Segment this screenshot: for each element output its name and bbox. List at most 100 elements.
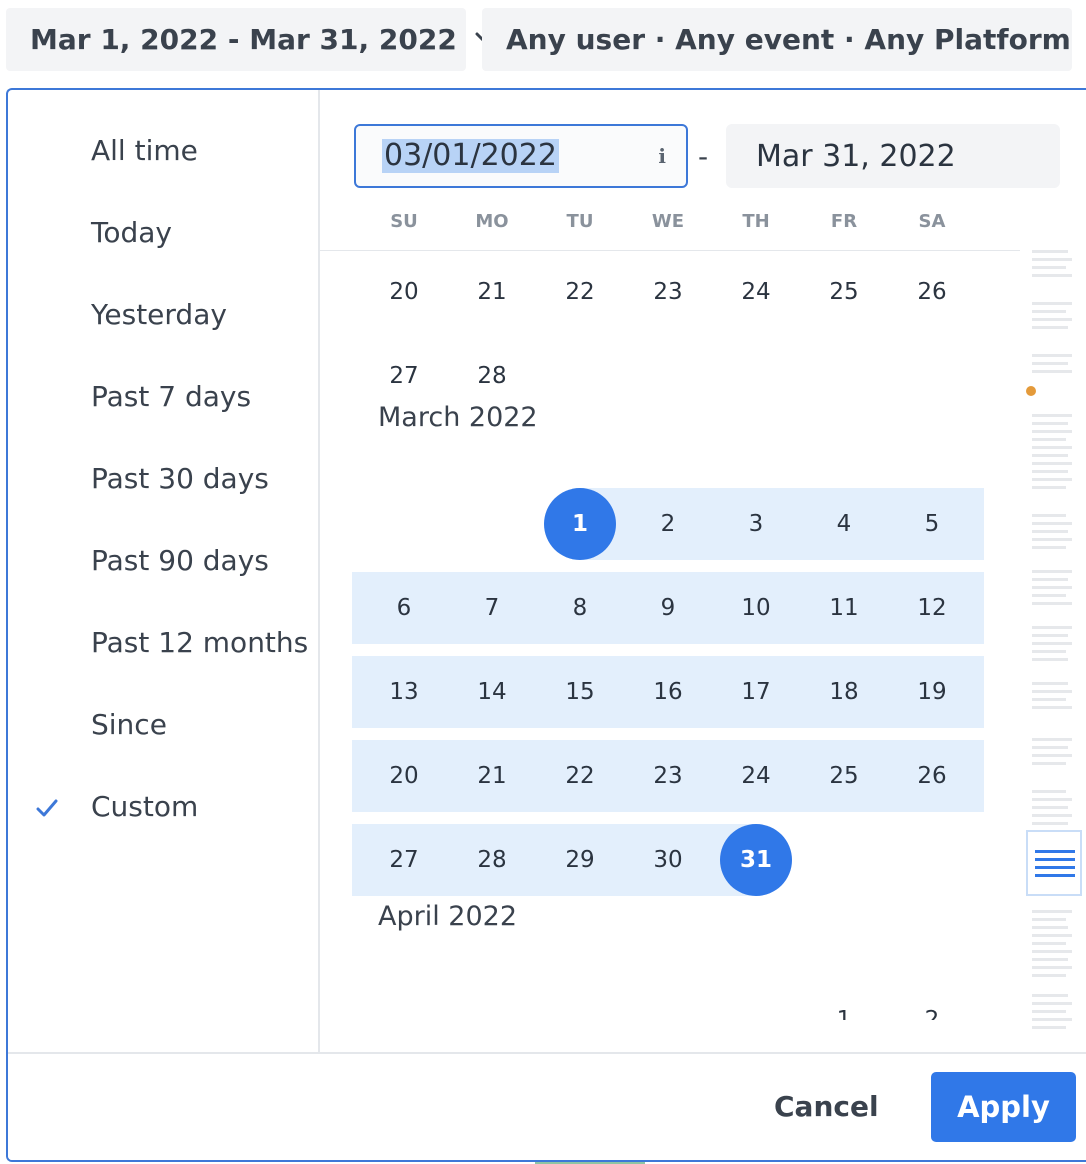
weekday-fr: FR [800, 208, 888, 250]
march-day-18[interactable]: 18 [800, 656, 888, 728]
march-day-14[interactable]: 14 [448, 656, 536, 728]
march-day-17[interactable]: 17 [712, 656, 800, 728]
march-day-28[interactable]: 28 [448, 824, 536, 896]
april-day-2[interactable]: 2 [888, 984, 976, 1020]
calendar-minimap[interactable] [1026, 250, 1086, 1050]
february-day-26[interactable]: 26 [888, 256, 976, 328]
cancel-button[interactable]: Cancel [774, 1090, 879, 1123]
march-day-3[interactable]: 3 [712, 488, 800, 560]
day-number: 21 [477, 763, 507, 789]
preset-since[interactable]: Since [8, 694, 318, 754]
minimap-viewport-handle[interactable] [1026, 830, 1082, 896]
march-day-30[interactable]: 30 [624, 824, 712, 896]
date-range-dropdown[interactable]: Mar 1, 2022 - Mar 31, 2022 [6, 8, 501, 71]
day-number: 17 [741, 679, 771, 705]
preset-custom[interactable]: Custom [8, 776, 318, 836]
minimap-line [1032, 318, 1072, 321]
february-day-25[interactable]: 25 [800, 256, 888, 328]
day-number: 25 [829, 279, 859, 305]
march-day-6[interactable]: 6 [360, 572, 448, 644]
march-day-31[interactable]: 31 [712, 824, 800, 896]
preset-label: Custom [91, 789, 199, 823]
date-picker-popover: All time Today Yesterday Past 7 days Pas… [6, 88, 1086, 1162]
march-day-26[interactable]: 26 [888, 740, 976, 812]
march-day-9[interactable]: 9 [624, 572, 712, 644]
march-day-19[interactable]: 19 [888, 656, 976, 728]
day-number: 13 [389, 679, 419, 705]
preset-past-30-days[interactable]: Past 30 days [8, 448, 318, 508]
preset-label: Past 7 days [91, 379, 252, 413]
minimap-line [1032, 974, 1066, 977]
minimap-line [1032, 538, 1072, 541]
march-day-27[interactable]: 27 [360, 824, 448, 896]
march-day-25[interactable]: 25 [800, 740, 888, 812]
day-number: 5 [924, 511, 940, 537]
february-day-20[interactable]: 20 [360, 256, 448, 328]
filter-dropdown[interactable]: Any user · Any event · Any Platform [482, 8, 1072, 71]
minimap-line [1032, 642, 1072, 645]
march-day-15[interactable]: 15 [536, 656, 624, 728]
march-day-11[interactable]: 11 [800, 572, 888, 644]
march-day-12[interactable]: 12 [888, 572, 976, 644]
minimap-line [1032, 462, 1072, 465]
march-day-24[interactable]: 24 [712, 740, 800, 812]
preset-past-12-months[interactable]: Past 12 months [8, 612, 318, 672]
march-day-16[interactable]: 16 [624, 656, 712, 728]
weekday-label: MO [475, 211, 509, 232]
minimap-line [1032, 958, 1068, 961]
day-number: 2 [924, 1007, 940, 1020]
preset-yesterday[interactable]: Yesterday [8, 284, 318, 344]
minimap-line [1032, 370, 1072, 373]
minimap-line [1032, 266, 1066, 269]
minimap-line [1032, 626, 1072, 629]
minimap-line [1032, 362, 1068, 365]
preset-past-90-days[interactable]: Past 90 days [8, 530, 318, 590]
start-date-input[interactable]: 03/01/2022 i [354, 124, 688, 188]
month-title-april: April 2022 [378, 901, 518, 932]
apply-button[interactable]: Apply [931, 1072, 1076, 1142]
end-date-input[interactable]: Mar 31, 2022 [726, 124, 1060, 188]
february-day-21[interactable]: 21 [448, 256, 536, 328]
calendar-scroll-area[interactable]: SU MO TU WE TH FR SA 20 21 22 23 24 25 26 27 28 March 20… [320, 208, 1020, 1020]
preset-all-time[interactable]: All time [8, 120, 318, 180]
popover-footer: Cancel Apply [8, 1052, 1086, 1160]
minimap-line [1032, 274, 1072, 277]
february-day-22[interactable]: 22 [536, 256, 624, 328]
march-day-2[interactable]: 2 [624, 488, 712, 560]
minimap-line [1032, 486, 1066, 489]
day-number: 1 [544, 488, 616, 560]
march-day-20[interactable]: 20 [360, 740, 448, 812]
day-number: 26 [917, 763, 947, 789]
march-day-4[interactable]: 4 [800, 488, 888, 560]
minimap-line [1032, 650, 1066, 653]
preset-today[interactable]: Today [8, 202, 318, 262]
march-day-23[interactable]: 23 [624, 740, 712, 812]
february-day-23[interactable]: 23 [624, 256, 712, 328]
preset-past-7-days[interactable]: Past 7 days [8, 366, 318, 426]
minimap-line [1032, 438, 1066, 441]
minimap-line [1032, 634, 1068, 637]
day-number: 20 [389, 279, 419, 305]
day-number: 9 [660, 595, 676, 621]
march-day-1[interactable]: 1 [536, 488, 624, 560]
preset-label: Past 12 months [91, 625, 309, 659]
day-number: 4 [836, 511, 852, 537]
day-number: 28 [477, 847, 507, 873]
minimap-line [1032, 942, 1066, 945]
minimap-line [1032, 798, 1072, 801]
weekday-label: SA [918, 211, 946, 232]
weekday-label: TU [566, 211, 594, 232]
march-day-5[interactable]: 5 [888, 488, 976, 560]
march-day-8[interactable]: 8 [536, 572, 624, 644]
march-day-29[interactable]: 29 [536, 824, 624, 896]
march-day-13[interactable]: 13 [360, 656, 448, 728]
minimap-line [1032, 470, 1068, 473]
march-day-21[interactable]: 21 [448, 740, 536, 812]
day-number: 19 [917, 679, 947, 705]
day-number: 12 [917, 595, 947, 621]
march-day-10[interactable]: 10 [712, 572, 800, 644]
february-day-24[interactable]: 24 [712, 256, 800, 328]
march-day-22[interactable]: 22 [536, 740, 624, 812]
march-day-7[interactable]: 7 [448, 572, 536, 644]
april-day-1[interactable]: 1 [800, 984, 888, 1020]
